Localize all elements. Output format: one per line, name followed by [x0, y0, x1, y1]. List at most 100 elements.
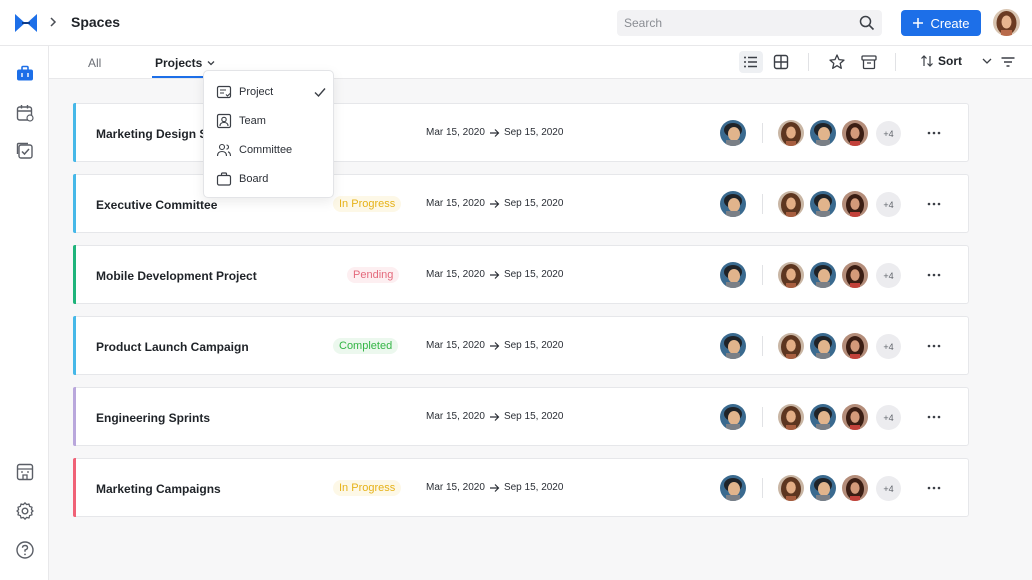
start-date: Mar 15, 2020 [426, 127, 485, 138]
project-icon [216, 85, 232, 98]
space-name[interactable]: Mobile Development Project [96, 269, 257, 283]
space-name[interactable]: Marketing Campaigns [96, 482, 221, 496]
active-tab-indicator [152, 76, 210, 78]
owner-avatar[interactable] [720, 333, 746, 359]
owner-avatar[interactable] [720, 262, 746, 288]
member-avatar[interactable] [778, 191, 804, 217]
sort-button[interactable]: Sort [920, 54, 994, 68]
more-members-count[interactable]: +4 [876, 405, 901, 430]
task-check-icon[interactable] [15, 141, 35, 161]
dropdown-item-project[interactable]: Project [204, 77, 335, 106]
owner-avatar[interactable] [720, 120, 746, 146]
start-date: Mar 15, 2020 [426, 198, 485, 209]
star-icon[interactable] [828, 53, 846, 71]
list-item[interactable]: Marketing Campaigns In Progress Mar 15, 2… [73, 458, 969, 517]
member-avatar[interactable] [842, 404, 868, 430]
member-avatar[interactable] [810, 120, 836, 146]
gear-icon[interactable] [15, 501, 35, 521]
dropdown-item-team[interactable]: Team [204, 106, 335, 135]
chevron-down-icon [207, 61, 215, 66]
more-options-icon[interactable] [926, 339, 942, 353]
space-name[interactable]: Marketing Design Str [96, 127, 216, 141]
dropdown-item-label: Board [239, 172, 269, 185]
accent-stripe [73, 316, 76, 375]
sort-arrows-icon [921, 55, 933, 67]
date-range: Mar 15, 2020 Sep 15, 2020 [426, 198, 563, 209]
list-view-icon[interactable] [742, 53, 760, 71]
plus-icon [913, 18, 924, 28]
divider [762, 194, 763, 214]
tab-projects-label: Projects [155, 56, 203, 70]
member-avatar[interactable] [842, 475, 868, 501]
member-avatar[interactable] [842, 191, 868, 217]
dropdown-item-committee[interactable]: Committee [204, 135, 335, 164]
more-members-count[interactable]: +4 [876, 121, 901, 146]
list-item[interactable]: Mobile Development Project Pending Mar 15… [73, 245, 969, 304]
more-members-count[interactable]: +4 [876, 192, 901, 217]
briefcase-icon[interactable] [15, 64, 35, 84]
member-avatar[interactable] [810, 475, 836, 501]
archive-icon[interactable] [860, 53, 878, 71]
divider [762, 123, 763, 143]
dropdown-item-label: Committee [239, 143, 293, 156]
space-name[interactable]: Engineering Sprints [96, 411, 210, 425]
breadcrumb-spaces[interactable]: Spaces [71, 14, 120, 30]
dropdown-item-board[interactable]: Board [204, 164, 335, 193]
date-range: Mar 15, 2020 Sep 15, 2020 [426, 269, 563, 280]
member-avatar[interactable] [810, 333, 836, 359]
filter-icon[interactable] [999, 53, 1017, 71]
member-avatar[interactable] [810, 191, 836, 217]
member-avatar[interactable] [778, 475, 804, 501]
arrow-right-icon [489, 341, 500, 350]
search-input[interactable]: Search [617, 10, 882, 36]
search-icon[interactable] [858, 14, 876, 32]
sort-label: Sort [938, 54, 962, 68]
member-avatar[interactable] [778, 262, 804, 288]
calendar-icon[interactable] [15, 103, 35, 123]
member-avatar[interactable] [810, 262, 836, 288]
end-date: Sep 15, 2020 [503, 411, 564, 422]
more-options-icon[interactable] [926, 268, 942, 282]
more-options-icon[interactable] [926, 481, 942, 495]
owner-avatar[interactable] [720, 475, 746, 501]
member-avatar[interactable] [842, 120, 868, 146]
divider [762, 407, 763, 427]
more-members-count[interactable]: +4 [876, 334, 901, 359]
end-date: Sep 15, 2020 [503, 269, 564, 280]
member-avatar[interactable] [778, 404, 804, 430]
chevron-down-icon [982, 58, 992, 64]
tab-all[interactable]: All [88, 56, 101, 70]
end-date: Sep 15, 2020 [503, 127, 564, 138]
grid-view-icon[interactable] [772, 53, 790, 71]
owner-avatar[interactable] [720, 191, 746, 217]
status-badge: In Progress [333, 480, 402, 496]
date-range: Mar 15, 2020 Sep 15, 2020 [426, 127, 563, 138]
more-members-count[interactable]: +4 [876, 476, 901, 501]
accent-stripe [73, 174, 76, 233]
start-date: Mar 15, 2020 [426, 269, 485, 280]
more-options-icon[interactable] [926, 126, 942, 140]
member-avatar[interactable] [778, 333, 804, 359]
app-logo-icon[interactable] [14, 11, 38, 35]
top-bar: Spaces Search Create [0, 0, 1032, 46]
create-button[interactable]: Create [901, 10, 981, 36]
member-avatar[interactable] [778, 120, 804, 146]
space-name[interactable]: Product Launch Campaign [96, 340, 249, 354]
member-avatar[interactable] [810, 404, 836, 430]
member-avatar[interactable] [842, 333, 868, 359]
more-members-count[interactable]: +4 [876, 263, 901, 288]
arrow-right-icon [489, 128, 500, 137]
more-options-icon[interactable] [926, 410, 942, 424]
create-button-label: Create [930, 15, 970, 31]
tab-projects[interactable]: Projects [155, 56, 216, 70]
list-item[interactable]: Product Launch Campaign Completed Mar 15,… [73, 316, 969, 375]
member-avatar[interactable] [842, 262, 868, 288]
space-name[interactable]: Executive Committee [96, 198, 217, 212]
user-avatar[interactable] [993, 9, 1020, 36]
list-item[interactable]: Engineering Sprints Mar 15, 2020 Sep 15,… [73, 387, 969, 446]
help-icon[interactable] [15, 540, 35, 560]
owner-avatar[interactable] [720, 404, 746, 430]
building-icon[interactable] [15, 462, 35, 482]
accent-stripe [73, 103, 76, 162]
more-options-icon[interactable] [926, 197, 942, 211]
